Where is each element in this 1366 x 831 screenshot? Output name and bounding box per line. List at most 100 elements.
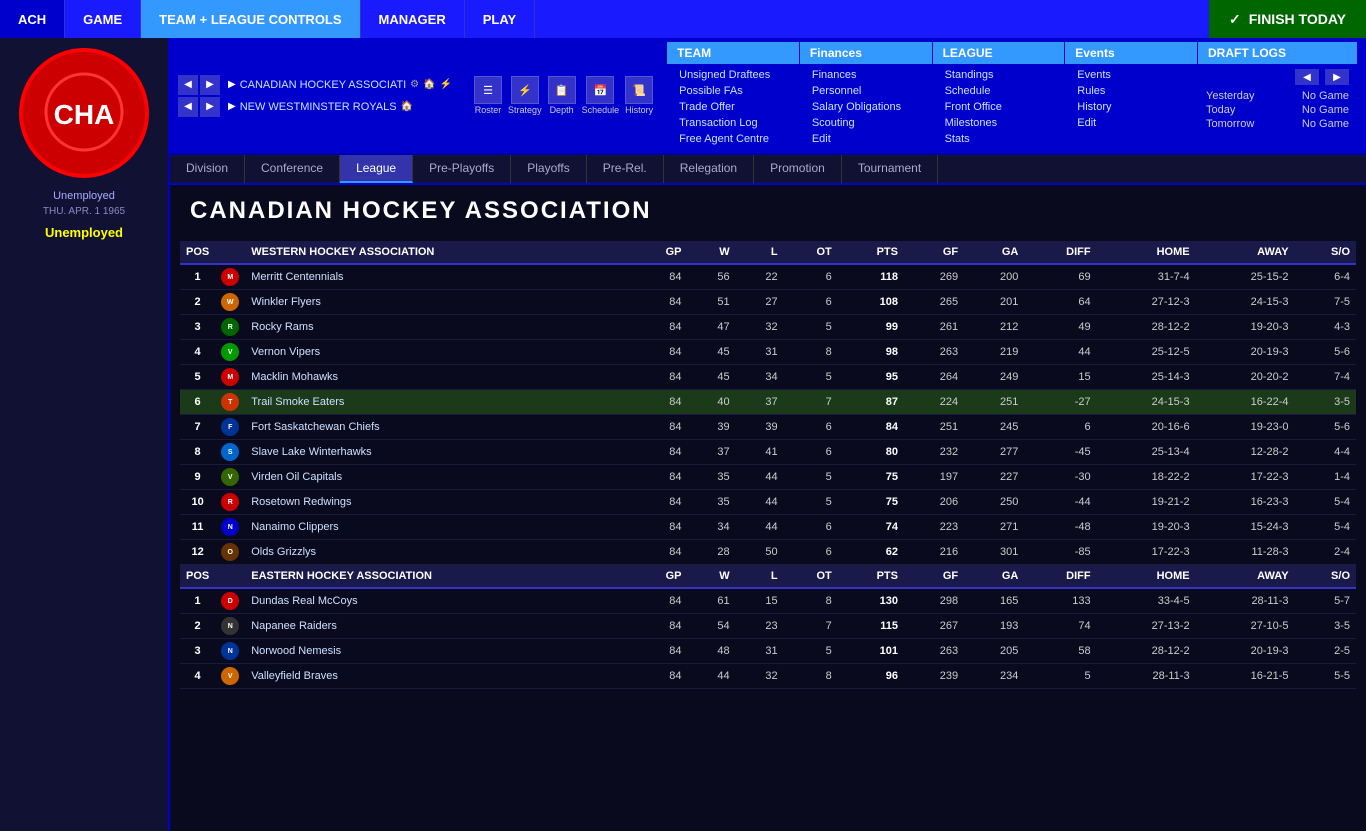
schedule-button[interactable]: 📅 <box>586 76 614 104</box>
nav-westminster-link[interactable]: ▶ NEW WESTMINSTER ROYALS 🏠 <box>222 99 419 115</box>
team-name-cell[interactable]: Valleyfield Braves <box>245 664 632 689</box>
sidebar-status: Unemployed <box>53 190 115 202</box>
team-pos: 5 <box>180 365 215 390</box>
sidebar-unemployed: Unemployed <box>45 225 123 240</box>
draft-prev-btn[interactable]: ◀ <box>1295 69 1319 85</box>
rules-item[interactable]: Rules <box>1065 83 1197 99</box>
team-pos: 10 <box>180 490 215 515</box>
personnel-item[interactable]: Personnel <box>800 83 932 99</box>
transaction-log-item[interactable]: Transaction Log <box>667 115 799 131</box>
nav-home2-icon: 🏠 <box>401 101 413 112</box>
standings-item[interactable]: Standings <box>933 67 1065 83</box>
tab-playoffs[interactable]: Playoffs <box>511 155 586 183</box>
tab-division[interactable]: Division <box>170 155 245 183</box>
team-name-cell[interactable]: Rocky Rams <box>245 315 632 340</box>
table-row: 9 V Virden Oil Capitals 84 35 44 5 75 19… <box>180 465 1356 490</box>
gp-header: GP <box>632 241 687 264</box>
table-row: 3 N Norwood Nemesis 84 48 31 5 101 263 2… <box>180 639 1356 664</box>
table-row: 11 N Nanaimo Clippers 84 34 44 6 74 223 … <box>180 515 1356 540</box>
finances-edit-item[interactable]: Edit <box>800 131 932 147</box>
team-name-cell[interactable]: Napanee Raiders <box>245 614 632 639</box>
tab-pre-rel[interactable]: Pre-Rel. <box>587 155 664 183</box>
events-edit-item[interactable]: Edit <box>1065 115 1197 131</box>
team-icon-cell: V <box>215 664 245 689</box>
league-dropdown-header[interactable]: LEAGUE <box>933 42 1065 65</box>
team-icon-cell: M <box>215 365 245 390</box>
team-pos: 12 <box>180 540 215 565</box>
eastern-header: EASTERN HOCKEY ASSOCIATION <box>245 565 632 589</box>
table-row: 10 R Rosetown Redwings 84 35 44 5 75 206… <box>180 490 1356 515</box>
table-row: 12 O Olds Grizzlys 84 28 50 6 62 216 301… <box>180 540 1356 565</box>
trade-offer-item[interactable]: Trade Offer <box>667 99 799 115</box>
team-name-cell[interactable]: Olds Grizzlys <box>245 540 632 565</box>
tab-league[interactable]: League <box>340 155 413 183</box>
tab-tournament[interactable]: Tournament <box>842 155 938 183</box>
team-name-cell[interactable]: Vernon Vipers <box>245 340 632 365</box>
schedule-item[interactable]: Schedule <box>933 83 1065 99</box>
team-name-cell[interactable]: Slave Lake Winterhawks <box>245 440 632 465</box>
possible-fas-item[interactable]: Possible FAs <box>667 83 799 99</box>
salary-obligations-item[interactable]: Salary Obligations <box>800 99 932 115</box>
depth-button[interactable]: 📋 <box>548 76 576 104</box>
table-row: 4 V Valleyfield Braves 84 44 32 8 96 239… <box>180 664 1356 689</box>
tab-conference[interactable]: Conference <box>245 155 340 183</box>
team-name-cell[interactable]: Fort Saskatchewan Chiefs <box>245 415 632 440</box>
history-button[interactable]: 📜 <box>625 76 653 104</box>
nav-play[interactable]: PLAY <box>465 0 535 38</box>
team-pos: 1 <box>180 264 215 290</box>
roster-button[interactable]: ☰ <box>474 76 502 104</box>
pts-header: PTS <box>838 241 904 264</box>
finances-item[interactable]: Finances <box>800 67 932 83</box>
finances-dropdown-header[interactable]: Finances <box>800 42 932 65</box>
unsigned-draftees-item[interactable]: Unsigned Draftees <box>667 67 799 83</box>
nav-back-btn[interactable]: ◀ <box>178 75 198 95</box>
team-name-cell[interactable]: Winkler Flyers <box>245 290 632 315</box>
events-dropdown-header[interactable]: Events <box>1065 42 1197 65</box>
history-item[interactable]: History <box>1065 99 1197 115</box>
table-row: 5 M Macklin Mohawks 84 45 34 5 95 264 24… <box>180 365 1356 390</box>
team-icon-cell: N <box>215 515 245 540</box>
nav-manager[interactable]: MANAGER <box>361 0 465 38</box>
nav-fwd2-btn[interactable]: ▶ <box>200 97 220 117</box>
icon-header-e <box>215 565 245 589</box>
team-dropdown-header[interactable]: TEAM <box>667 42 799 65</box>
stats-item[interactable]: Stats <box>933 131 1065 147</box>
team-name-cell[interactable]: Dundas Real McCoys <box>245 588 632 614</box>
team-name-cell[interactable]: Trail Smoke Eaters <box>245 390 632 415</box>
draft-yesterday-row: Yesterday No Game <box>1206 89 1349 103</box>
finances-dropdown: Finances Finances Personnel Salary Oblig… <box>800 42 933 149</box>
nav-ach[interactable]: ACH <box>0 0 65 38</box>
team-name-cell[interactable]: Norwood Nemesis <box>245 639 632 664</box>
nav-game[interactable]: GAME <box>65 0 141 38</box>
page-title: CANADIAN HOCKEY ASSOCIATION <box>170 185 1366 231</box>
team-name-cell[interactable]: Rosetown Redwings <box>245 490 632 515</box>
nav-fwd-btn[interactable]: ▶ <box>200 75 220 95</box>
history-nav-group: 📜 History <box>625 76 653 115</box>
team-name-cell[interactable]: Macklin Mohawks <box>245 365 632 390</box>
strategy-button[interactable]: ⚡ <box>511 76 539 104</box>
draft-next-btn[interactable]: ▶ <box>1325 69 1349 85</box>
team-name-cell[interactable]: Nanaimo Clippers <box>245 515 632 540</box>
tab-pre-playoffs[interactable]: Pre-Playoffs <box>413 155 511 183</box>
free-agent-centre-item[interactable]: Free Agent Centre <box>667 131 799 147</box>
sidebar: CHA Unemployed THU. APR. 1 1965 Unemploy… <box>0 38 170 831</box>
nav-cha-link[interactable]: ▶ CANADIAN HOCKEY ASSOCIATI ⚙ 🏠 ⚡ <box>222 77 458 93</box>
events-item[interactable]: Events <box>1065 67 1197 83</box>
nav-team-league[interactable]: TEAM + LEAGUE CONTROLS <box>141 0 360 38</box>
team-pos: 4 <box>180 340 215 365</box>
front-office-item[interactable]: Front Office <box>933 99 1065 115</box>
team-icon-cell: N <box>215 614 245 639</box>
table-row: 1 M Merritt Centennials 84 56 22 6 118 2… <box>180 264 1356 290</box>
team-name-cell[interactable]: Merritt Centennials <box>245 264 632 290</box>
nav-settings-icon: ⚙ <box>410 79 419 90</box>
nav-back2-btn[interactable]: ◀ <box>178 97 198 117</box>
tab-relegation[interactable]: Relegation <box>664 155 754 183</box>
team-name-cell[interactable]: Virden Oil Capitals <box>245 465 632 490</box>
draft-today-row: Today No Game <box>1206 103 1349 117</box>
finish-today-button[interactable]: ✓ FINISH TODAY <box>1209 0 1366 38</box>
main-content: ◀ ▶ ▶ CANADIAN HOCKEY ASSOCIATI ⚙ 🏠 ⚡ ◀ … <box>170 38 1366 831</box>
tab-promotion[interactable]: Promotion <box>754 155 842 183</box>
team-icon-cell: R <box>215 490 245 515</box>
scouting-item[interactable]: Scouting <box>800 115 932 131</box>
milestones-item[interactable]: Milestones <box>933 115 1065 131</box>
